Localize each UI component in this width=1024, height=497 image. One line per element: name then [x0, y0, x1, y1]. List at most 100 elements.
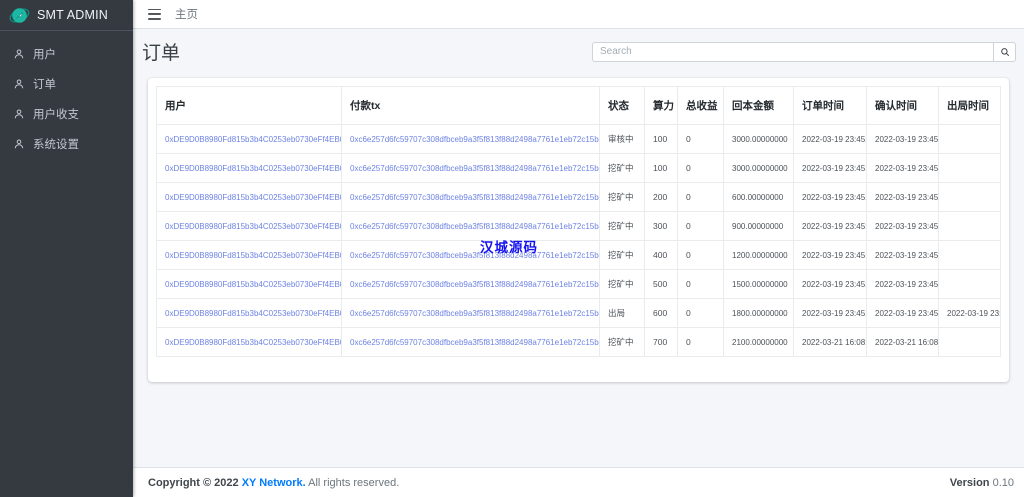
menu-toggle-button[interactable] — [148, 9, 161, 20]
total-income-cell: 0 — [678, 328, 724, 357]
confirm-time-cell: 2022-03-19 23:45:06 — [867, 154, 939, 183]
sidebar-item-0[interactable]: 用户 — [8, 39, 125, 69]
payment-tx-link-cell: 0xc6e257d6fc59707c308dfbceb9a3f5f813f88d… — [342, 270, 600, 299]
order-time-cell: 2022-03-19 23:45:06 — [794, 299, 867, 328]
out-time-cell — [939, 328, 1001, 357]
out-time-cell — [939, 241, 1001, 270]
user-address-link-cell: 0xDE9D0B8980Fd815b3b4C0253eb0730eFf4EB03… — [157, 154, 342, 183]
payment-tx-link[interactable]: 0xc6e257d6fc59707c308dfbceb9a3f5f813f88d… — [350, 338, 600, 347]
user-address-link[interactable]: 0xDE9D0B8980Fd815b3b4C0253eb0730eFf4EB03… — [165, 251, 342, 260]
search-input[interactable] — [592, 42, 993, 62]
user-icon — [13, 48, 25, 60]
payment-tx-link[interactable]: 0xc6e257d6fc59707c308dfbceb9a3f5f813f88d… — [350, 280, 600, 289]
payment-tx-link-cell: 0xc6e257d6fc59707c308dfbceb9a3f5f813f88d… — [342, 154, 600, 183]
user-address-link[interactable]: 0xDE9D0B8980Fd815b3b4C0253eb0730eFf4EB03… — [165, 222, 342, 231]
sidebar-nav: 用户订单用户收支系统设置 — [0, 31, 133, 167]
payback-amount-cell: 900.00000000 — [724, 212, 794, 241]
payback-amount-cell: 1500.00000000 — [724, 270, 794, 299]
user-address-link[interactable]: 0xDE9D0B8980Fd815b3b4C0253eb0730eFf4EB03… — [165, 164, 342, 173]
user-icon — [13, 78, 25, 90]
confirm-time-cell: 2022-03-19 23:45:06 — [867, 212, 939, 241]
out-time-cell — [939, 125, 1001, 154]
user-address-link[interactable]: 0xDE9D0B8980Fd815b3b4C0253eb0730eFf4EB03… — [165, 309, 342, 318]
sidebar: SMT ADMIN 用户订单用户收支系统设置 — [0, 0, 133, 497]
out-time-cell — [939, 270, 1001, 299]
search-button[interactable] — [993, 42, 1016, 62]
confirm-time-cell: 2022-03-19 23:45:06 — [867, 270, 939, 299]
out-time-cell — [939, 154, 1001, 183]
sidebar-item-2[interactable]: 用户收支 — [8, 99, 125, 129]
order-time-cell: 2022-03-19 23:45:06 — [794, 183, 867, 212]
column-header: 付款tx — [342, 87, 600, 125]
user-address-link-cell: 0xDE9D0B8980Fd815b3b4C0253eb0730eFf4EB03… — [157, 241, 342, 270]
payment-tx-link-cell: 0xc6e257d6fc59707c308dfbceb9a3f5f813f88d… — [342, 328, 600, 357]
payment-tx-link[interactable]: 0xc6e257d6fc59707c308dfbceb9a3f5f813f88d… — [350, 193, 600, 202]
user-address-link[interactable]: 0xDE9D0B8980Fd815b3b4C0253eb0730eFf4EB03… — [165, 193, 342, 202]
confirm-time-cell: 2022-03-21 16:08:29 — [867, 328, 939, 357]
page-header: 订单 — [141, 38, 1016, 65]
table-row: 0xDE9D0B8980Fd815b3b4C0253eb0730eFf4EB03… — [157, 183, 1001, 212]
status-cell: 出局 — [600, 299, 645, 328]
total-income-cell: 0 — [678, 154, 724, 183]
user-icon — [13, 138, 25, 150]
user-address-link[interactable]: 0xDE9D0B8980Fd815b3b4C0253eb0730eFf4EB03… — [165, 280, 342, 289]
footer-copyright-prefix: Copyright © 2022 — [148, 477, 239, 489]
footer: Copyright © 2022 XY Network. All rights … — [133, 467, 1024, 497]
confirm-time-cell: 2022-03-19 23:45:06 — [867, 241, 939, 270]
footer-brand-link[interactable]: XY Network. — [242, 477, 306, 489]
brand[interactable]: SMT ADMIN — [0, 0, 133, 31]
payback-amount-cell: 1800.00000000 — [724, 299, 794, 328]
user-address-link-cell: 0xDE9D0B8980Fd815b3b4C0253eb0730eFf4EB03… — [157, 125, 342, 154]
sidebar-item-1[interactable]: 订单 — [8, 69, 125, 99]
table-row: 0xDE9D0B8980Fd815b3b4C0253eb0730eFf4EB03… — [157, 154, 1001, 183]
column-header: 出局时间 — [939, 87, 1001, 125]
table-row: 0xDE9D0B8980Fd815b3b4C0253eb0730eFf4EB03… — [157, 125, 1001, 154]
user-address-link[interactable]: 0xDE9D0B8980Fd815b3b4C0253eb0730eFf4EB03… — [165, 135, 342, 144]
order-time-cell: 2022-03-19 23:45:06 — [794, 212, 867, 241]
sidebar-item-label: 订单 — [33, 76, 56, 92]
table-header-row: 用户付款tx状态算力总收益回本金额订单时间确认时间出局时间 — [157, 87, 1001, 125]
search-group — [592, 42, 1016, 62]
status-cell: 挖矿中 — [600, 212, 645, 241]
payment-tx-link-cell: 0xc6e257d6fc59707c308dfbceb9a3f5f813f88d… — [342, 299, 600, 328]
confirm-time-cell: 2022-03-19 23:45:06 — [867, 183, 939, 212]
confirm-time-cell: 2022-03-19 23:45:06 — [867, 125, 939, 154]
payment-tx-link-cell: 0xc6e257d6fc59707c308dfbceb9a3f5f813f88d… — [342, 241, 600, 270]
nav-home-link[interactable]: 主页 — [175, 6, 198, 22]
page-content: 订单 用户付款tx状态算力总收益回本金额订单时间确认时间出局时间 — [133, 29, 1024, 467]
payment-tx-link-cell: 0xc6e257d6fc59707c308dfbceb9a3f5f813f88d… — [342, 125, 600, 154]
payback-amount-cell: 600.00000000 — [724, 183, 794, 212]
column-header: 状态 — [600, 87, 645, 125]
table-row: 0xDE9D0B8980Fd815b3b4C0253eb0730eFf4EB03… — [157, 241, 1001, 270]
column-header: 订单时间 — [794, 87, 867, 125]
column-header: 总收益 — [678, 87, 724, 125]
top-navbar: 主页 — [133, 0, 1024, 29]
hashrate-cell: 500 — [645, 270, 678, 299]
total-income-cell: 0 — [678, 270, 724, 299]
confirm-time-cell: 2022-03-19 23:45:06 — [867, 299, 939, 328]
sidebar-item-label: 用户 — [33, 46, 56, 62]
payment-tx-link[interactable]: 0xc6e257d6fc59707c308dfbceb9a3f5f813f88d… — [350, 164, 600, 173]
payment-tx-link[interactable]: 0xc6e257d6fc59707c308dfbceb9a3f5f813f88d… — [350, 309, 600, 318]
user-address-link[interactable]: 0xDE9D0B8980Fd815b3b4C0253eb0730eFf4EB03… — [165, 338, 342, 347]
total-income-cell: 0 — [678, 212, 724, 241]
status-cell: 挖矿中 — [600, 154, 645, 183]
payment-tx-link[interactable]: 0xc6e257d6fc59707c308dfbceb9a3f5f813f88d… — [350, 135, 600, 144]
user-address-link-cell: 0xDE9D0B8980Fd815b3b4C0253eb0730eFf4EB03… — [157, 183, 342, 212]
sidebar-item-3[interactable]: 系统设置 — [8, 129, 125, 159]
order-time-cell: 2022-03-19 23:45:06 — [794, 125, 867, 154]
payment-tx-link[interactable]: 0xc6e257d6fc59707c308dfbceb9a3f5f813f88d… — [350, 222, 600, 231]
table-row: 0xDE9D0B8980Fd815b3b4C0253eb0730eFf4EB03… — [157, 328, 1001, 357]
hashrate-cell: 400 — [645, 241, 678, 270]
user-address-link-cell: 0xDE9D0B8980Fd815b3b4C0253eb0730eFf4EB03… — [157, 328, 342, 357]
brand-text: SMT ADMIN — [37, 8, 108, 22]
total-income-cell: 0 — [678, 241, 724, 270]
app-root: SMT ADMIN 用户订单用户收支系统设置 主页 订单 — [0, 0, 1024, 497]
hashrate-cell: 100 — [645, 125, 678, 154]
payment-tx-link[interactable]: 0xc6e257d6fc59707c308dfbceb9a3f5f813f88d… — [350, 251, 600, 260]
out-time-cell: 2022-03-19 23:45:06 — [939, 299, 1001, 328]
order-time-cell: 2022-03-19 23:45:06 — [794, 154, 867, 183]
total-income-cell: 0 — [678, 183, 724, 212]
total-income-cell: 0 — [678, 125, 724, 154]
table-row: 0xDE9D0B8980Fd815b3b4C0253eb0730eFf4EB03… — [157, 270, 1001, 299]
